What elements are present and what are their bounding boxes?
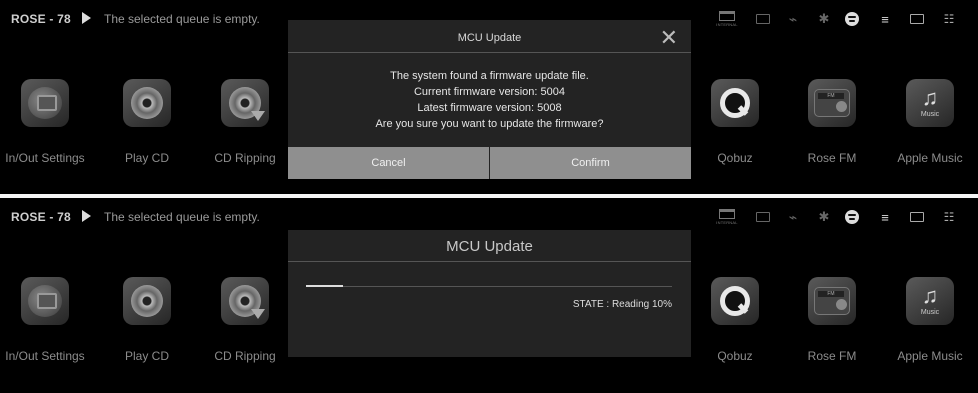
mcu-update-confirm-dialog: MCU Update ✕ The system found a firmware… <box>288 20 691 179</box>
device-name[interactable]: ROSE - 78 <box>11 210 71 224</box>
mcu-update-progress-dialog: MCU Update STATE : Reading 10% <box>288 230 691 357</box>
app-cd-ripping[interactable]: CD Ripping <box>190 277 300 363</box>
bluetooth-icon[interactable]: ✱ <box>814 6 834 32</box>
app-qobuz[interactable]: Qobuz <box>680 277 790 363</box>
internal-storage-icon[interactable]: INTERNAL <box>710 6 744 32</box>
app-label: Apple Music <box>897 151 963 165</box>
app-apple-music[interactable]: ♫ Music Apple Music <box>875 79 978 165</box>
in-out-settings-icon <box>21 79 69 127</box>
app-rose-fm[interactable]: FM Rose FM <box>777 277 887 363</box>
app-label: Apple Music <box>897 349 963 363</box>
app-in-out-settings[interactable]: In/Out Settings <box>0 277 100 363</box>
app-cd-ripping[interactable]: CD Ripping <box>190 79 300 165</box>
confirm-button[interactable]: Confirm <box>490 147 691 179</box>
app-label: CD Ripping <box>214 151 276 165</box>
progress-bar <box>306 285 672 287</box>
bike-icon[interactable]: ⌁ <box>782 204 804 230</box>
status-icons: INTERNAL ⌁ ✱ ≡ ☷ <box>710 204 978 230</box>
internal-storage-icon[interactable]: INTERNAL <box>710 204 744 230</box>
apple-music-icon: ♫ Music <box>906 79 954 127</box>
qobuz-icon <box>711 79 759 127</box>
app-label: Rose FM <box>807 151 857 165</box>
equalizer-icon[interactable]: ≡ <box>874 204 896 230</box>
app-label: Rose FM <box>807 349 857 363</box>
in-out-settings-icon <box>21 277 69 325</box>
app-label: Play CD <box>124 151 169 165</box>
mail-icon[interactable] <box>752 204 774 230</box>
play-icon[interactable] <box>82 210 91 222</box>
spotify-icon[interactable] <box>840 6 864 32</box>
cancel-button[interactable]: Cancel <box>288 147 489 179</box>
status-icons: INTERNAL ⌁ ✱ ≡ ☷ <box>710 6 978 32</box>
app-qobuz[interactable]: Qobuz <box>680 79 790 165</box>
bike-icon[interactable]: ⌁ <box>782 6 804 32</box>
dialog-message: The system found a firmware update file.… <box>375 70 604 130</box>
app-apple-music[interactable]: ♫ Music Apple Music <box>875 277 978 363</box>
queue-status: The selected queue is empty. <box>104 12 260 26</box>
network-icon[interactable]: ☷ <box>938 6 960 32</box>
spotify-icon[interactable] <box>840 204 864 230</box>
app-play-cd[interactable]: Play CD <box>92 277 202 363</box>
divider <box>288 52 691 53</box>
cd-icon <box>123 277 171 325</box>
app-label: Play CD <box>124 349 169 363</box>
play-icon[interactable] <box>82 12 91 24</box>
equalizer-icon[interactable]: ≡ <box>874 6 896 32</box>
progress-fill <box>306 285 343 287</box>
dialog-title: MCU Update <box>457 32 522 44</box>
radio-icon: FM <box>808 277 856 325</box>
app-label: In/Out Settings <box>5 349 85 363</box>
network-icon[interactable]: ☷ <box>938 204 960 230</box>
app-label: CD Ripping <box>214 349 276 363</box>
radio-icon: FM <box>808 79 856 127</box>
screen-progress: ROSE - 78 The selected queue is empty. I… <box>0 198 978 393</box>
device-name[interactable]: ROSE - 78 <box>11 12 71 26</box>
app-rose-fm[interactable]: FM Rose FM <box>777 79 887 165</box>
apple-music-icon: ♫ Music <box>906 277 954 325</box>
cd-ripping-icon <box>221 79 269 127</box>
app-play-cd[interactable]: Play CD <box>92 79 202 165</box>
app-label: In/Out Settings <box>5 151 85 165</box>
mail-icon[interactable] <box>752 6 774 32</box>
app-in-out-settings[interactable]: In/Out Settings <box>0 79 100 165</box>
queue-status: The selected queue is empty. <box>104 210 260 224</box>
app-label: Qobuz <box>717 349 753 363</box>
dialog-title: MCU Update <box>446 238 533 255</box>
cast-icon[interactable] <box>906 204 928 230</box>
divider <box>288 261 691 262</box>
qobuz-icon <box>711 277 759 325</box>
progress-state-text: STATE : Reading 10% <box>572 299 672 310</box>
cd-ripping-icon <box>221 277 269 325</box>
cast-icon[interactable] <box>906 6 928 32</box>
bluetooth-icon[interactable]: ✱ <box>814 204 834 230</box>
app-label: Qobuz <box>717 151 753 165</box>
close-icon[interactable]: ✕ <box>660 25 678 51</box>
screen-confirm: ROSE - 78 The selected queue is empty. I… <box>0 0 978 194</box>
cd-icon <box>123 79 171 127</box>
